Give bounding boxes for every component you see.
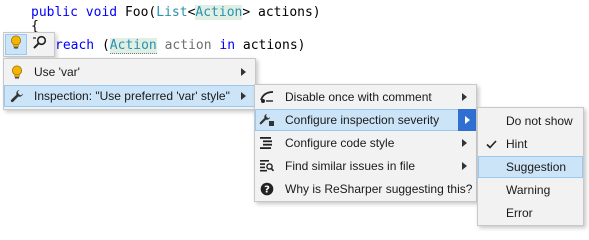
type-action-suggestion[interactable]: Action	[109, 38, 157, 54]
submenu-arrow-icon	[237, 61, 249, 83]
find-similar-icon	[255, 155, 279, 177]
angle-close: >	[242, 5, 251, 20]
lightbulb-icon	[10, 35, 22, 55]
keyword-void: void	[85, 5, 118, 20]
menu-item-label: Error	[506, 206, 533, 220]
severity-option-do-not-show[interactable]: Do not show	[478, 110, 583, 132]
inspection-options-menu: Disable once with comment Configure insp…	[254, 84, 477, 202]
help-icon: ?	[255, 178, 279, 200]
code-line-3: reach (Action action in actions)	[55, 38, 306, 54]
menu-item-use-var[interactable]: Use 'var'	[4, 61, 255, 83]
severity-option-warning[interactable]: Warning	[478, 179, 583, 201]
menu-item-label: Use 'var'	[34, 65, 80, 79]
submenu-arrow-icon	[461, 109, 473, 131]
empty-check-slot	[478, 179, 504, 201]
loop-variable: action	[164, 38, 212, 53]
code-style-icon	[255, 132, 279, 154]
method-name: Foo(	[124, 5, 157, 20]
submenu-arrow-icon	[458, 132, 470, 154]
wrench-icon	[4, 85, 30, 107]
menu-item-why-suggesting[interactable]: ? Why is ReSharper suggesting this?	[255, 178, 476, 200]
lightbulb-icon	[4, 61, 30, 83]
empty-check-slot	[478, 110, 504, 132]
menu-item-label: Warning	[506, 183, 551, 197]
severity-icon	[255, 109, 279, 131]
keyword-foreach: reach	[55, 38, 95, 53]
context-actions-menu: Use 'var' Inspection: "Use preferred 'va…	[3, 58, 256, 110]
submenu-arrow-icon	[458, 155, 470, 177]
menu-item-configure-severity[interactable]: Configure inspection severity	[255, 109, 476, 131]
severity-option-suggestion[interactable]: Suggestion	[478, 156, 583, 178]
empty-check-slot	[478, 156, 504, 178]
menu-item-label: Find similar issues in file	[285, 159, 416, 173]
menu-item-label: Configure code style	[285, 136, 395, 150]
menu-item-label: Suggestion	[506, 160, 567, 174]
find-usages-icon	[32, 35, 48, 54]
menu-item-inspection[interactable]: Inspection: "Use preferred 'var' style"	[4, 85, 255, 107]
lightbulb-button[interactable]	[5, 34, 27, 55]
menu-item-configure-code-style[interactable]: Configure code style	[255, 132, 476, 154]
find-usages-button[interactable]	[29, 34, 51, 55]
menu-item-label: Hint	[506, 137, 528, 151]
code-line-1: public void Foo(List<Action> actions)	[31, 5, 321, 21]
disable-comment-icon	[255, 86, 279, 108]
submenu-arrow-icon	[237, 85, 249, 107]
menu-item-label: Inspection: "Use preferred 'var' style"	[34, 89, 230, 103]
severity-option-hint[interactable]: Hint	[478, 133, 583, 155]
submenu-open-indicator	[458, 109, 476, 131]
param-actions: actions)	[258, 5, 321, 20]
keyword-public: public	[31, 5, 78, 20]
menu-item-disable-once[interactable]: Disable once with comment	[255, 86, 476, 108]
svg-text:?: ?	[264, 185, 270, 196]
severity-option-error[interactable]: Error	[478, 202, 583, 224]
type-list: List	[156, 5, 188, 20]
checkmark-icon	[478, 133, 504, 155]
paren-open: (	[101, 38, 110, 53]
action-indicator-bar	[3, 32, 55, 57]
loop-collection: actions)	[242, 38, 306, 53]
severity-menu: Do not show Hint Suggestion Warning Erro…	[477, 107, 584, 226]
menu-item-label: Do not show	[506, 114, 573, 128]
menu-item-label: Disable once with comment	[285, 90, 432, 104]
keyword-in: in	[219, 38, 236, 53]
menu-item-find-similar[interactable]: Find similar issues in file	[255, 155, 476, 177]
submenu-arrow-icon	[458, 86, 470, 108]
menu-item-label: Why is ReSharper suggesting this?	[285, 182, 473, 196]
type-action-highlight: Action	[195, 5, 243, 20]
menu-item-label: Configure inspection severity	[285, 113, 440, 127]
empty-check-slot	[478, 202, 504, 224]
